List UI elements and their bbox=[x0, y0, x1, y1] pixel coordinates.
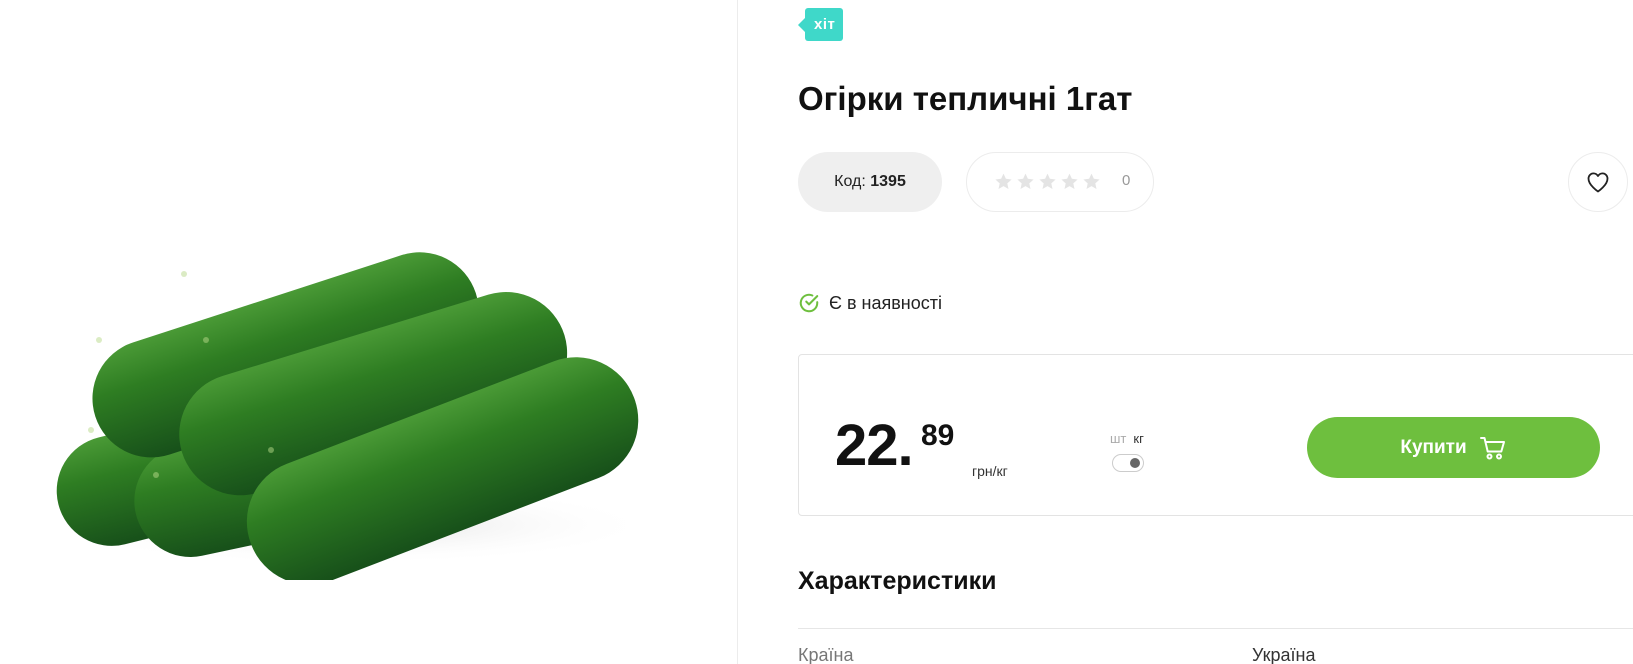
product-info: хіт Огірки тепличні 1гат Код: 1395 0 Є в… bbox=[738, 0, 1633, 664]
price-unit: грн/кг bbox=[972, 463, 1008, 479]
unit-toggle[interactable] bbox=[1112, 454, 1144, 472]
star-icon[interactable] bbox=[1038, 172, 1057, 191]
product-title: Огірки тепличні 1гат bbox=[798, 80, 1133, 117]
product-code-value: 1395 bbox=[870, 173, 906, 190]
characteristics-divider bbox=[798, 628, 1633, 629]
heart-icon bbox=[1587, 172, 1609, 193]
price-card: 22. 89 грн/кг шт кг Купити bbox=[798, 354, 1633, 516]
price-fraction: 89 bbox=[921, 419, 955, 452]
availability-label: Є в наявності bbox=[829, 292, 942, 313]
cart-icon bbox=[1479, 436, 1505, 459]
rating-widget[interactable]: 0 bbox=[966, 152, 1154, 212]
star-icon[interactable] bbox=[994, 172, 1013, 191]
product-gallery bbox=[0, 0, 737, 664]
star-icon[interactable] bbox=[1060, 172, 1079, 191]
characteristics-title: Характеристики bbox=[798, 567, 997, 595]
check-circle-icon bbox=[799, 293, 819, 313]
availability-status: Є в наявності bbox=[798, 292, 942, 314]
characteristic-key: Країна bbox=[798, 645, 854, 664]
rating-stars[interactable] bbox=[994, 172, 1101, 191]
unit-option-kg[interactable]: кг bbox=[1133, 431, 1143, 446]
hit-badge: хіт bbox=[797, 8, 844, 41]
star-icon[interactable] bbox=[1082, 172, 1101, 191]
product-image[interactable] bbox=[16, 150, 658, 580]
buy-button[interactable]: Купити bbox=[1307, 417, 1600, 478]
characteristic-value: Україна bbox=[1252, 645, 1316, 664]
star-icon[interactable] bbox=[1016, 172, 1035, 191]
price-integer: 22. bbox=[835, 413, 914, 478]
product-code: Код: 1395 bbox=[798, 152, 942, 212]
toggle-knob bbox=[1130, 458, 1140, 468]
rating-count: 0 bbox=[1122, 172, 1131, 189]
product-code-label: Код: bbox=[834, 173, 866, 190]
buy-button-label: Купити bbox=[1400, 436, 1467, 458]
unit-option-piece[interactable]: шт bbox=[1110, 431, 1126, 446]
favorite-button[interactable] bbox=[1568, 152, 1628, 212]
unit-switch[interactable]: шт кг bbox=[1110, 431, 1144, 472]
